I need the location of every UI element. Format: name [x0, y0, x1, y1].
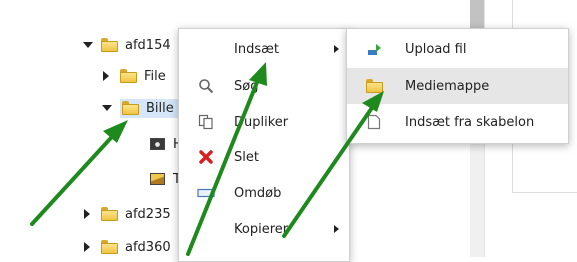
menu-item-label: Søg: [234, 78, 259, 94]
context-menu: Indsæt Søg Dupliker Slet Omdøb Kopierer: [178, 28, 350, 262]
submenu-item-label: Indsæt fra skabelon: [405, 114, 535, 130]
tree-node-label: afd154: [125, 37, 171, 53]
collapsed-caret-icon[interactable]: [102, 71, 110, 81]
menu-item-label: Dupliker: [234, 114, 289, 130]
menu-item-soeg[interactable]: Søg: [179, 68, 349, 104]
submenu-item-label: Mediemappe: [405, 78, 490, 94]
rename-icon: [197, 184, 215, 202]
template-icon: [365, 113, 383, 131]
menu-item-label: Slet: [234, 149, 259, 165]
folder-icon: [101, 38, 118, 52]
search-icon: [197, 77, 215, 95]
submenu-arrow-icon: [334, 225, 339, 233]
menu-item-dupliker[interactable]: Dupliker: [179, 104, 349, 140]
tree-node-label: File: [144, 68, 166, 84]
tree-node-file[interactable]: File: [102, 65, 166, 87]
tree-node-afd360[interactable]: afd360: [83, 236, 171, 258]
submenu-item-indsaet-fra-skabelon[interactable]: Indsæt fra skabelon: [347, 104, 568, 140]
submenu-item-upload-fil[interactable]: Upload fil: [347, 31, 568, 67]
expanded-caret-icon[interactable]: [83, 40, 93, 50]
tree-node-bille[interactable]: Bille: [102, 97, 178, 119]
menu-item-label: Omdøb: [234, 185, 282, 201]
selected-node-highlight[interactable]: Bille: [120, 98, 178, 118]
tree-node-label: afd360: [125, 239, 171, 255]
tree-node-afd235[interactable]: afd235: [83, 203, 171, 225]
submenu-arrow-icon: [334, 45, 339, 53]
upload-icon: [365, 40, 383, 58]
tree-node-label: Bille: [146, 100, 174, 116]
folder-icon: [101, 207, 118, 221]
submenu-item-mediemappe[interactable]: Mediemappe: [347, 68, 568, 104]
delete-x-icon: [197, 148, 215, 166]
tree-node-t[interactable]: T: [150, 168, 181, 190]
menu-item-slet[interactable]: Slet: [179, 139, 349, 175]
folder-icon: [120, 69, 137, 83]
menu-item-indsaet[interactable]: Indsæt: [179, 31, 349, 67]
collapsed-caret-icon[interactable]: [83, 209, 91, 219]
menu-item-kopierer[interactable]: Kopierer: [179, 211, 349, 247]
menu-item-omdoeb[interactable]: Omdøb: [179, 175, 349, 211]
expanded-caret-icon[interactable]: [102, 103, 112, 113]
menu-item-label: Indsæt: [234, 41, 279, 57]
folder-icon: [101, 240, 118, 254]
image-thumbnail-icon: [150, 173, 165, 185]
tree-node-afd154[interactable]: afd154: [83, 34, 171, 56]
image-thumbnail-icon: [150, 138, 165, 150]
tree-scrollbar-thumb[interactable]: [470, 0, 484, 30]
submenu: Upload fil Mediemappe Indsæt fra skabelo…: [346, 28, 569, 144]
duplicate-icon: [197, 113, 215, 131]
folder-icon: [365, 77, 383, 95]
collapsed-caret-icon[interactable]: [83, 242, 91, 252]
tree-node-label: afd235: [125, 206, 171, 222]
submenu-item-label: Upload fil: [405, 41, 467, 57]
menu-item-label: Kopierer: [234, 221, 289, 237]
folder-icon: [122, 101, 139, 115]
